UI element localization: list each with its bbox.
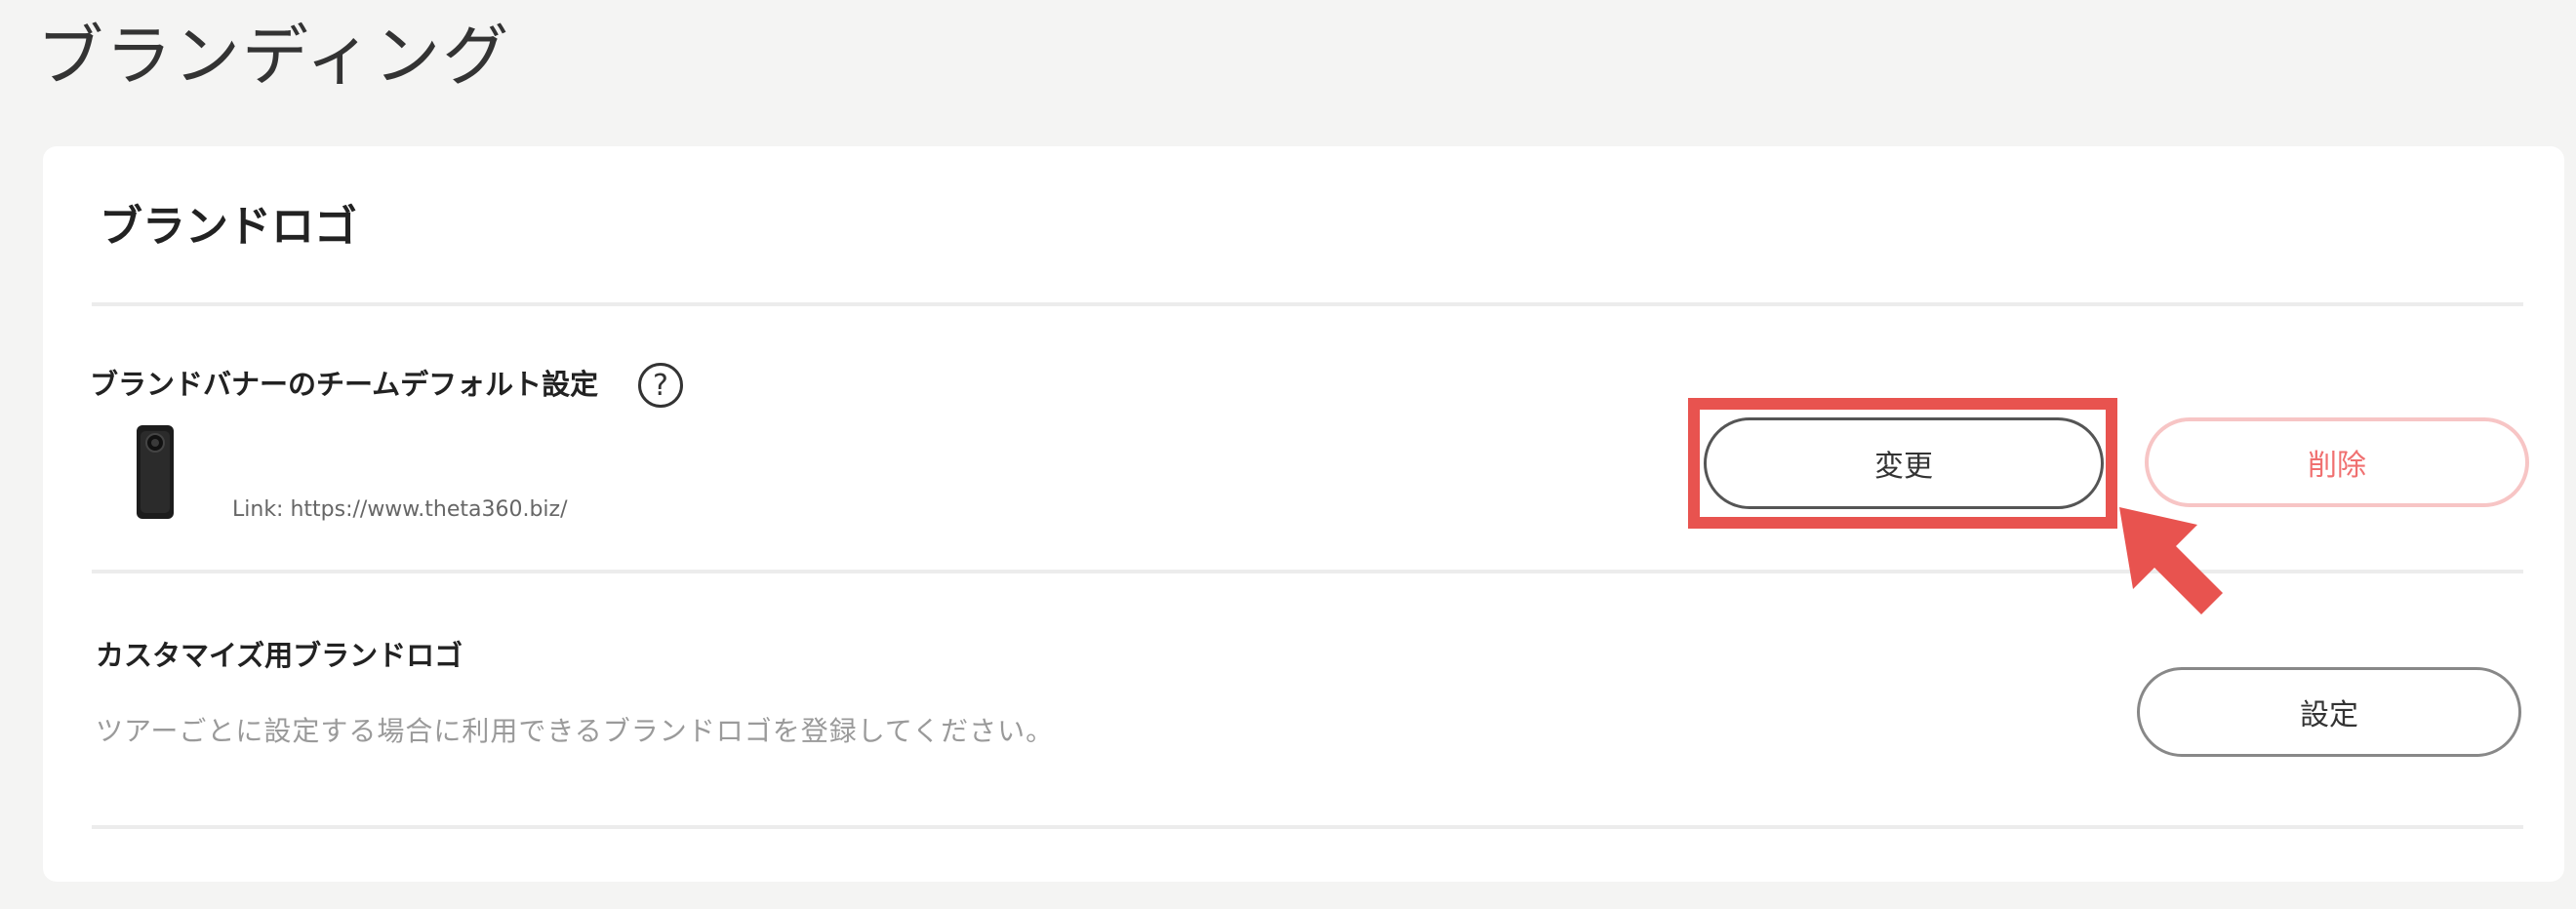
page-title: ブランディング — [37, 19, 511, 96]
custom-logo-label: カスタマイズ用ブランドロゴ — [96, 639, 463, 672]
divider — [92, 302, 2523, 306]
help-icon[interactable]: ? — [638, 363, 683, 408]
delete-button[interactable]: 削除 — [2145, 417, 2529, 507]
custom-logo-description: ツアーごとに設定する場合に利用できるブランドロゴを登録してください。 — [96, 715, 1055, 747]
card-title: ブランドロゴ — [100, 202, 357, 252]
divider — [92, 825, 2523, 829]
brand-logo-thumbnail — [137, 425, 174, 519]
divider — [92, 570, 2523, 573]
change-button[interactable]: 変更 — [1704, 417, 2104, 509]
banner-link: Link: https://www.theta360.biz/ — [232, 497, 568, 522]
setting-button[interactable]: 設定 — [2137, 667, 2521, 757]
banner-default-label: ブランドバナーのチームデフォルト設定 — [90, 368, 599, 401]
